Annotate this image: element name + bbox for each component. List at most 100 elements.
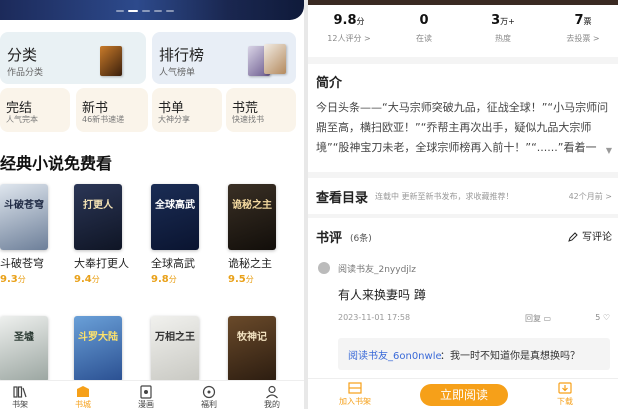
- bookstore-screen: 分类 作品分类 排行榜 人气榜单 完结 人气完本 新书 46新书速递 书单 大神…: [0, 0, 304, 409]
- intro-section: 简介 今日头条——“大马宗师突破九品，征战全球！”“小马宗师问鼎至高，横扫欧亚！…: [308, 64, 618, 172]
- avatar[interactable]: [318, 262, 330, 274]
- bottom-tab-bar: 书架 书城 漫画 福利 我的: [0, 380, 304, 409]
- book-item[interactable]: 诡秘之主 诡秘之主 9.5分: [228, 184, 280, 285]
- profile-icon: [266, 385, 278, 399]
- shelf-icon: [348, 382, 362, 394]
- carousel-dot[interactable]: [116, 10, 124, 12]
- catalog-update-time: 42个月前 >: [568, 192, 612, 201]
- carousel-dot[interactable]: [128, 10, 138, 12]
- read-now-button[interactable]: 立即阅读: [420, 384, 508, 406]
- score-value: 9.8: [151, 274, 169, 285]
- expand-arrow-icon[interactable]: ▼: [606, 146, 612, 155]
- carousel-dot[interactable]: [154, 10, 162, 12]
- intro-title: 简介: [316, 76, 343, 91]
- reply-button[interactable]: 回复 ▭: [525, 313, 551, 324]
- book-item[interactable]: 斗罗大陆: [74, 316, 126, 382]
- book-score: 9.8分: [151, 274, 203, 285]
- write-review-button[interactable]: 写评论: [568, 228, 612, 243]
- score-value: 9.4: [74, 274, 92, 285]
- shelf-label: 加入书架: [339, 397, 371, 406]
- rating-stat[interactable]: 9.8分 12人评分 >: [314, 13, 384, 44]
- heart-icon: ♡: [602, 313, 610, 322]
- book-item[interactable]: 打更人 大奉打更人 9.4分: [74, 184, 129, 285]
- stat-value: 0: [419, 13, 429, 28]
- stat-value: 3: [491, 13, 501, 28]
- bottom-action-bar: 加入书架 立即阅读 下载: [308, 378, 618, 409]
- tab-comic[interactable]: 漫画: [126, 385, 166, 409]
- book-cover-image: 打更人: [74, 184, 122, 250]
- tab-profile[interactable]: 我的: [252, 385, 292, 409]
- book-cover-image: [100, 46, 122, 76]
- book-cover-image: [264, 44, 286, 74]
- cover-title: 全球高武: [155, 200, 195, 211]
- reply-preview[interactable]: 阅读书友_6on0nwle ：我一时不知道你是真想换吗？: [338, 338, 610, 370]
- book-shortage-card[interactable]: 书荒 快速找书: [226, 88, 296, 132]
- download-button[interactable]: 下载: [540, 382, 590, 407]
- intro-text[interactable]: 今日头条——“大马宗师突破九品，征战全球！”“小马宗师问鼎至高，横扫欧亚！”“乔…: [316, 98, 616, 158]
- book-stats: 9.8分 12人评分 > 0 在读 3万+ 热度 7票 去投票 >: [308, 5, 618, 57]
- book-score: 9.4分: [74, 274, 126, 285]
- banner-carousel[interactable]: [0, 0, 304, 20]
- stat-label: 12人评分 >: [327, 34, 371, 43]
- book-title: 斗破苍穹: [0, 257, 44, 270]
- carousel-dot[interactable]: [142, 10, 150, 12]
- tab-bookstore[interactable]: 书城: [63, 385, 103, 409]
- stat-unit: 票: [583, 17, 592, 26]
- book-cover-image: 斗破苍穹: [0, 184, 48, 250]
- review-time: 2023-11-01 17:58: [338, 313, 411, 322]
- like-count: 5: [595, 313, 601, 322]
- book-cover-image: 圣墟: [0, 316, 48, 382]
- tab-label: 福利: [201, 400, 217, 409]
- cover-title: 圣墟: [14, 332, 34, 343]
- stat-label: 热度: [495, 34, 511, 43]
- cover-title: 打更人: [83, 200, 113, 211]
- vote-stat[interactable]: 7票 去投票 >: [548, 13, 618, 44]
- book-item[interactable]: 斗破苍穹 斗破苍穹 9.3分: [0, 184, 52, 285]
- book-item[interactable]: 全球高武 全球高武 9.8分: [151, 184, 203, 285]
- book-title: 全球高武: [151, 257, 195, 270]
- catalog-title: 查看目录: [316, 191, 369, 206]
- category-card[interactable]: 分类 作品分类: [0, 32, 146, 84]
- tab-welfare[interactable]: 福利: [189, 385, 229, 409]
- completed-card[interactable]: 完结 人气完本: [0, 88, 70, 132]
- book-title: 大奉打更人: [74, 257, 129, 270]
- stat-label: 在读: [416, 34, 432, 43]
- reply-label: 回复: [525, 314, 541, 323]
- book-score: 9.3分: [0, 274, 52, 285]
- category-label: 分类: [7, 46, 38, 64]
- ranking-card[interactable]: 排行榜 人气榜单: [152, 32, 296, 84]
- tab-bookshelf[interactable]: 书架: [0, 385, 40, 409]
- like-button[interactable]: 5 ♡: [595, 313, 610, 322]
- booklist-card[interactable]: 书单 大神分享: [152, 88, 222, 132]
- ranking-label: 排行榜: [159, 46, 205, 64]
- write-review-label: 写评论: [582, 232, 612, 243]
- new-books-card[interactable]: 新书 46新书速递: [76, 88, 148, 132]
- download-icon: [558, 382, 572, 394]
- cover-title: 斗破苍穹: [4, 200, 44, 211]
- reviews-count: (6条): [350, 234, 372, 244]
- reviews-section: 书评 (6条) 写评论 阅读书友_2nyydjlz 有人来换妻吗 蹲 2023-…: [308, 218, 618, 378]
- cover-title: 万相之王: [155, 332, 195, 343]
- booklist-sub: 大神分享: [158, 115, 190, 124]
- book-item[interactable]: 圣墟: [0, 316, 52, 382]
- stat-unit: 万+: [500, 17, 515, 26]
- book-item[interactable]: 万相之王: [151, 316, 203, 382]
- reply-username[interactable]: 阅读书友_6on0nwle: [348, 347, 442, 362]
- comment-icon: ▭: [543, 314, 552, 323]
- completed-sub: 人气完本: [6, 115, 38, 124]
- ranking-sub: 人气榜单: [159, 68, 196, 78]
- cover-title: 斗罗大陆: [78, 332, 118, 343]
- book-item[interactable]: 牧神记: [228, 316, 280, 382]
- score-unit: 分: [245, 275, 254, 284]
- cover-title: 牧神记: [237, 332, 267, 343]
- book-shortage-sub: 快速找书: [232, 115, 264, 124]
- carousel-dot[interactable]: [166, 10, 174, 12]
- catalog-row[interactable]: 查看目录 连载中 更新至新书发布，求收藏推荐！ 42个月前 >: [308, 178, 618, 214]
- book-title: 诡秘之主: [228, 257, 272, 270]
- add-to-shelf-button[interactable]: 加入书架: [330, 382, 380, 407]
- book-score: 9.5分: [228, 274, 280, 285]
- reviews-title: 书评: [316, 231, 343, 246]
- review-text: 有人来换妻吗 蹲: [338, 288, 426, 302]
- book-cover-image: 全球高武: [151, 184, 199, 250]
- review-username[interactable]: 阅读书友_2nyydjlz: [338, 262, 416, 275]
